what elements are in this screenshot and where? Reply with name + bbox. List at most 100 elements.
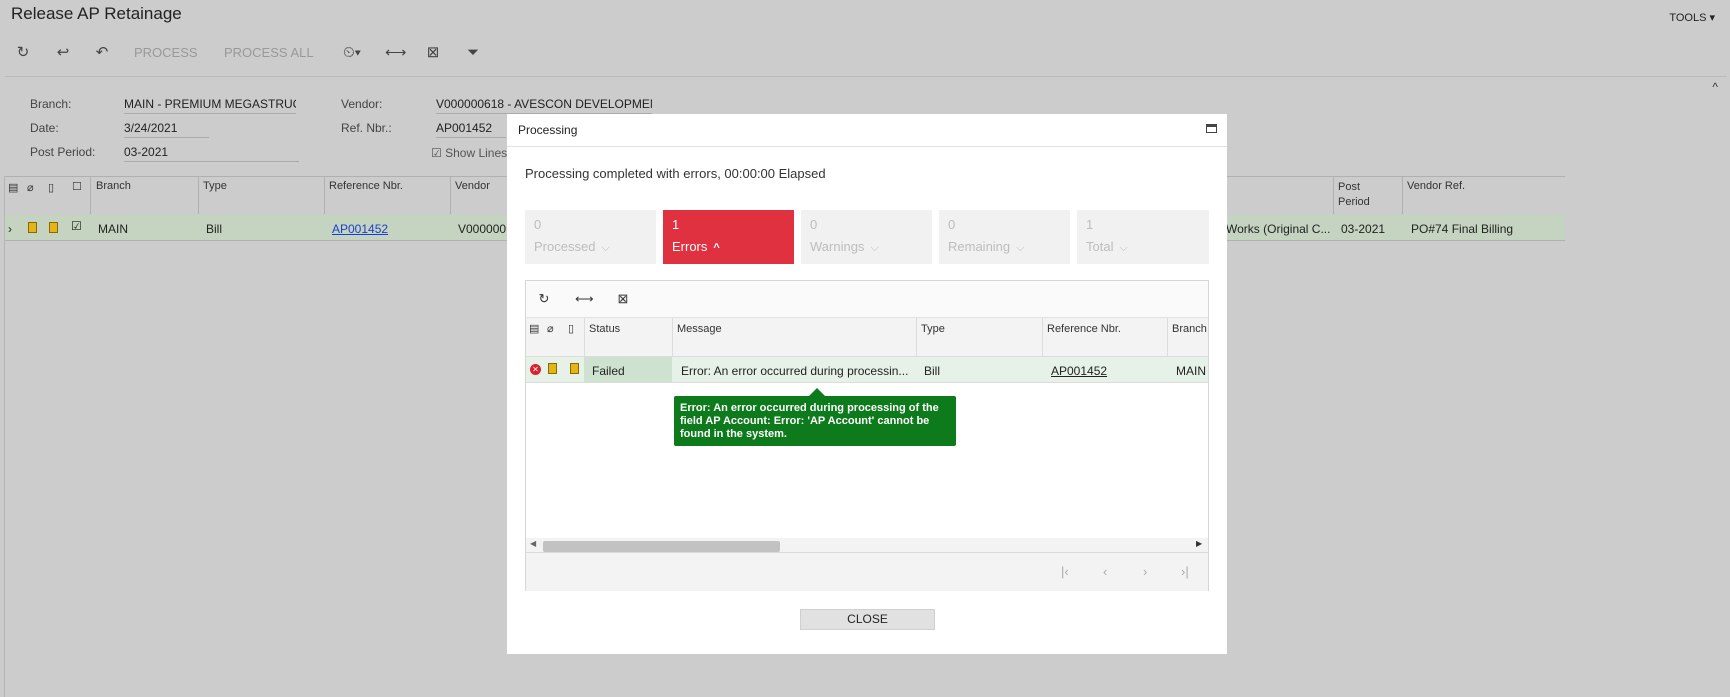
- scrollbar-thumb[interactable]: [543, 541, 780, 552]
- column-separator: [1402, 176, 1403, 214]
- fit-columns-icon[interactable]: ⟷: [385, 44, 407, 62]
- note-icon: ▯: [568, 323, 575, 335]
- column-separator: [324, 176, 325, 214]
- post-period-field[interactable]: 03-2021: [124, 145, 299, 162]
- undo-icon[interactable]: ↩: [54, 44, 72, 62]
- column-header-vendor[interactable]: Vendor: [455, 180, 490, 192]
- branch-field[interactable]: MAIN - PREMIUM MEGASTRUC: [124, 97, 296, 114]
- total-tile[interactable]: 1 Total ⌵: [1077, 210, 1209, 264]
- scroll-right-icon[interactable]: ▶: [1196, 539, 1202, 548]
- dialog-header: [507, 114, 1227, 147]
- maximize-icon[interactable]: [1206, 124, 1217, 133]
- close-button[interactable]: CLOSE: [800, 609, 935, 630]
- cell-ref-link[interactable]: AP001452: [332, 222, 388, 236]
- column-header-ref[interactable]: Reference Nbr.: [1047, 323, 1121, 335]
- total-label: Total: [1086, 239, 1114, 254]
- cell-ref-link[interactable]: AP001452: [1051, 364, 1107, 378]
- scroll-left-icon[interactable]: ◀: [530, 539, 536, 548]
- column-separator: [916, 318, 917, 356]
- processed-tile[interactable]: 0 Processed ⌵: [525, 210, 656, 264]
- error-icon: ✕: [530, 364, 541, 375]
- row-selector-icon: ▤: [8, 182, 19, 194]
- column-header-post-period[interactable]: Post Period: [1338, 180, 1378, 210]
- fit-columns-icon[interactable]: ⟷: [575, 291, 594, 307]
- column-header-ref[interactable]: Reference Nbr.: [329, 180, 403, 192]
- refresh-icon[interactable]: ↻: [536, 291, 552, 307]
- attachment-icon: ⌀: [547, 323, 554, 335]
- next-page-icon[interactable]: ›: [1143, 564, 1147, 579]
- select-all-checkbox[interactable]: ☐: [72, 180, 82, 193]
- remaining-count: 0: [948, 217, 956, 232]
- export-excel-icon[interactable]: ⊠: [615, 291, 631, 307]
- chevron-down-icon: ⌵: [601, 242, 610, 254]
- column-header-type[interactable]: Type: [921, 323, 945, 335]
- column-header-message[interactable]: Message: [677, 323, 722, 335]
- note-icon: [49, 222, 58, 233]
- warnings-tile[interactable]: 0 Warnings ⌵: [801, 210, 932, 264]
- column-header-type[interactable]: Type: [203, 180, 227, 192]
- column-header-vendor-ref[interactable]: Vendor Ref.: [1407, 180, 1465, 192]
- vendor-label: Vendor:: [341, 97, 383, 111]
- cell-description: Works (Original C...: [1226, 222, 1331, 236]
- process-button[interactable]: PROCESS: [134, 45, 198, 60]
- chevron-down-icon: ⌵: [1119, 242, 1128, 254]
- column-separator: [90, 176, 91, 214]
- first-page-icon[interactable]: |‹: [1061, 564, 1069, 579]
- row-selector-icon: ▤: [529, 323, 540, 335]
- vendor-field[interactable]: V000000618 - AVESCON DEVELOPMEN: [436, 97, 652, 114]
- column-separator: [1167, 318, 1168, 356]
- errors-label: Errors: [672, 239, 708, 254]
- filter-icon[interactable]: ⏷: [464, 44, 482, 62]
- column-separator: [1333, 176, 1334, 214]
- cell-post-period: 03-2021: [1341, 222, 1386, 236]
- cell-status: Failed: [592, 364, 625, 378]
- schedule-icon[interactable]: ⏲▾: [338, 44, 366, 62]
- error-tooltip: Error: An error occurred during processi…: [674, 396, 956, 446]
- cell-branch: MAIN: [1176, 364, 1206, 378]
- errors-count: 1: [672, 217, 680, 232]
- attachment-icon: ⌀: [27, 182, 34, 194]
- date-field[interactable]: 3/24/2021: [124, 121, 209, 138]
- chevron-up-icon: ^: [713, 242, 720, 254]
- column-header-branch[interactable]: Branch: [96, 180, 131, 192]
- column-separator: [672, 318, 673, 356]
- ref-nbr-label: Ref. Nbr.:: [341, 121, 392, 135]
- row-checkbox[interactable]: ☑: [71, 219, 82, 233]
- column-separator: [198, 176, 199, 214]
- errors-tile[interactable]: 1 Errors ^: [663, 210, 794, 264]
- column-header-status[interactable]: Status: [589, 323, 620, 335]
- row-expand-icon[interactable]: ›: [8, 222, 12, 236]
- total-count: 1: [1086, 217, 1094, 232]
- refresh-icon[interactable]: ↻: [14, 44, 32, 62]
- show-lines-label: Show Lines: [445, 146, 508, 160]
- previous-page-icon[interactable]: ‹: [1103, 564, 1107, 579]
- cell-message[interactable]: Error: An error occurred during processi…: [681, 364, 911, 378]
- column-separator: [1042, 318, 1043, 356]
- tools-menu[interactable]: TOOLS ▾: [1669, 11, 1715, 24]
- cancel-icon[interactable]: ↶: [93, 44, 111, 62]
- process-all-button[interactable]: PROCESS ALL: [224, 45, 314, 60]
- processing-dialog: Processing Processing completed with err…: [507, 114, 1227, 654]
- cell-branch: MAIN: [98, 222, 128, 236]
- cell-type: Bill: [206, 222, 223, 236]
- note-icon: ▯: [48, 182, 55, 194]
- cell-vendor: V000000: [458, 222, 507, 236]
- ref-nbr-field[interactable]: AP001452: [436, 121, 506, 138]
- warnings-count: 0: [810, 217, 818, 232]
- processed-count: 0: [534, 217, 542, 232]
- remaining-tile[interactable]: 0 Remaining ⌵: [939, 210, 1070, 264]
- column-separator: [450, 176, 451, 214]
- show-lines-checkbox[interactable]: ☑ Show Lines: [431, 146, 507, 160]
- divider: [4, 176, 5, 697]
- export-excel-icon[interactable]: ⊠: [424, 44, 442, 62]
- date-label: Date:: [30, 121, 59, 135]
- attachment-icon: [28, 222, 37, 233]
- warnings-label: Warnings: [810, 239, 865, 254]
- page-title: Release AP Retainage: [11, 4, 182, 23]
- column-header-branch[interactable]: Branch: [1172, 323, 1208, 335]
- attachment-icon: [548, 363, 557, 374]
- cell-vendor-ref: PO#74 Final Billing: [1411, 222, 1514, 236]
- last-page-icon[interactable]: ›|: [1181, 564, 1189, 579]
- dialog-title: Processing: [518, 123, 578, 137]
- collapse-icon[interactable]: ^: [1712, 80, 1718, 94]
